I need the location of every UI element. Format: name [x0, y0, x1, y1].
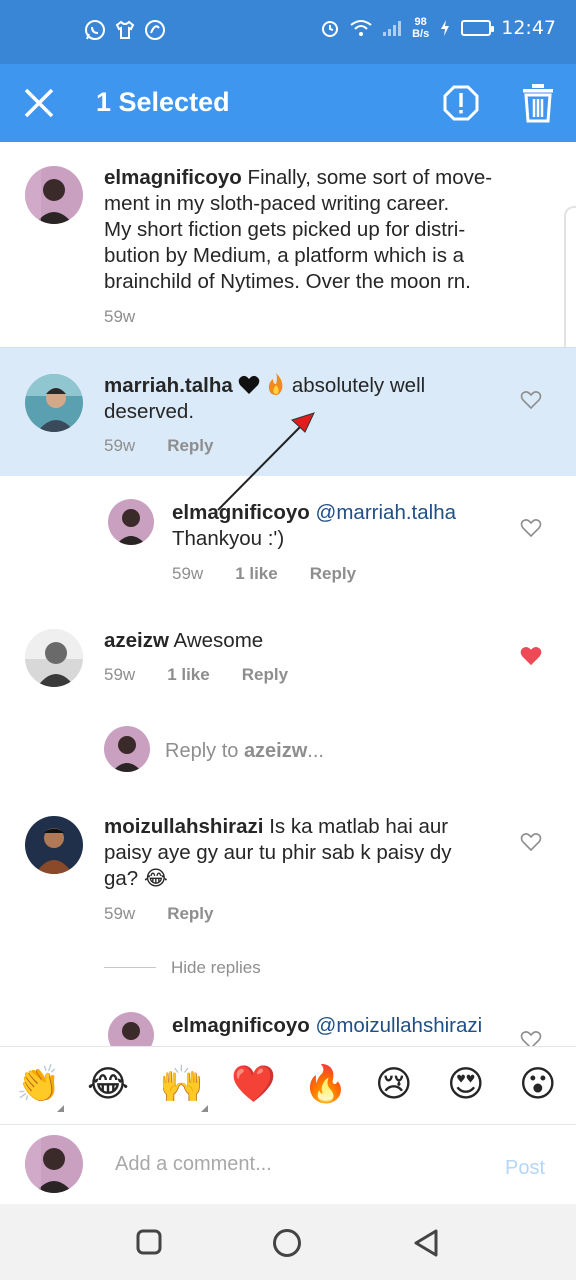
joy-emoji-button[interactable]: 😂 — [87, 1063, 129, 1107]
crying-emoji-button[interactable]: 😢 — [375, 1063, 413, 1107]
raising-hands-emoji-button[interactable]: 🙌 — [159, 1063, 204, 1107]
comment-username[interactable]: elmagnificoyo — [172, 1014, 310, 1037]
heart-eyes-emoji-button[interactable]: 😍 — [447, 1063, 485, 1107]
clapping-hands-emoji-button[interactable]: 👏 — [16, 1063, 61, 1107]
back-icon[interactable] — [412, 1228, 440, 1258]
comment-input[interactable]: Add a comment... — [115, 1153, 272, 1176]
comment-composer: Add a comment... Post — [0, 1124, 576, 1204]
recent-apps-icon[interactable] — [135, 1228, 163, 1256]
variant-indicator — [57, 1105, 64, 1112]
variant-indicator — [201, 1105, 208, 1112]
post-button[interactable]: Post — [505, 1157, 545, 1180]
system-nav-bar — [0, 1204, 576, 1280]
emoji-quick-bar: 👏 😂 🙌 ❤️ 🔥 😢 😍 😮 — [0, 1046, 576, 1124]
surprised-emoji-button[interactable]: 😮 — [519, 1063, 557, 1107]
like-heart-icon[interactable] — [520, 1030, 542, 1046]
avatar[interactable] — [108, 1012, 154, 1046]
fire-emoji-button[interactable]: 🔥 — [303, 1063, 348, 1107]
mention-link[interactable]: @moizullahshirazi — [316, 1014, 483, 1037]
reply-comment: elmagnificoyo @moizullahshirazi — [0, 0, 576, 1046]
red-heart-emoji-button[interactable]: ❤️ — [231, 1063, 276, 1107]
avatar — [25, 1135, 83, 1193]
home-icon[interactable] — [272, 1228, 302, 1258]
